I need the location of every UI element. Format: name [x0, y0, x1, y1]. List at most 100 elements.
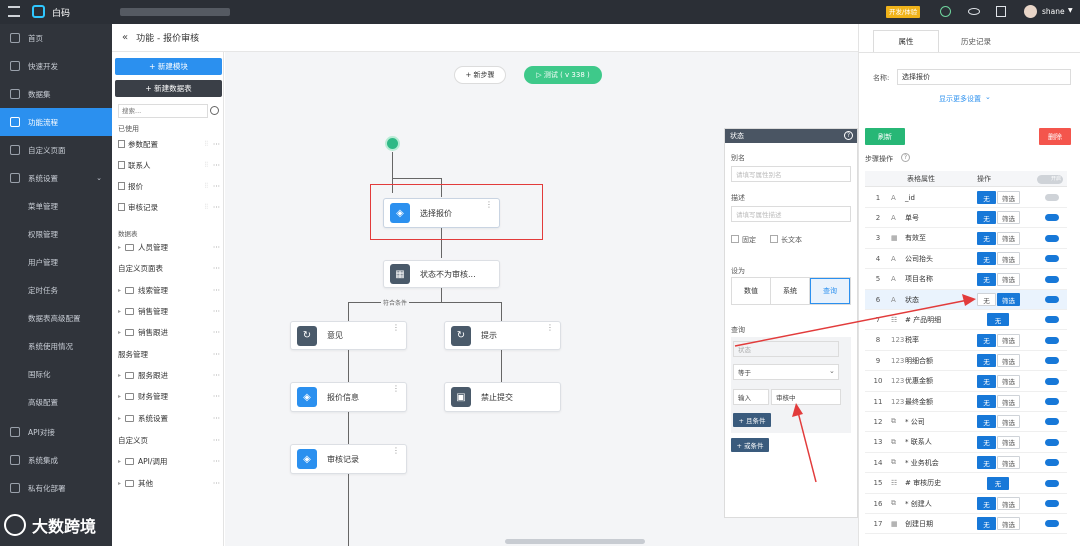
table-folder[interactable]: ▸ 销售管理 ···	[112, 301, 224, 321]
table-folder[interactable]: ▸ 财务管理 ···	[112, 386, 224, 406]
visibility-toggle[interactable]	[1045, 438, 1059, 446]
sidebar-sub-i18n[interactable]: 国际化	[0, 360, 112, 388]
visibility-toggle[interactable]	[1045, 194, 1059, 201]
visibility-toggle[interactable]	[1045, 459, 1059, 467]
env-badge[interactable]: 开发/体验	[886, 6, 921, 18]
and-condition-button[interactable]: + 且条件	[733, 413, 771, 427]
attr-table-row[interactable]: 17 ▦ 创建日期 无筛选	[865, 514, 1067, 535]
none-button[interactable]: 无	[977, 435, 996, 449]
more-icon[interactable]: ···	[213, 328, 220, 337]
longtext-checkbox[interactable]	[770, 235, 778, 243]
attr-table-row[interactable]: 8 123 税率 无筛选	[865, 331, 1067, 351]
attr-table-row[interactable]: 12 ⧉ * 公司 无筛选	[865, 412, 1067, 433]
flow-node-status-check[interactable]: ▦ 状态不为审核...	[383, 260, 500, 288]
more-icon[interactable]: ···	[213, 264, 220, 273]
tab-system[interactable]: 系统	[771, 278, 810, 304]
table-folder[interactable]: ▸ 服务跟进 ···	[112, 365, 224, 385]
settings-icon[interactable]: ⫶⫶	[205, 203, 209, 212]
table-folder[interactable]: ▸ 线索管理 ···	[112, 280, 224, 300]
attr-table-row[interactable]: 11 123 最终金额 无筛选	[865, 392, 1067, 412]
more-icon[interactable]: ···	[213, 414, 220, 423]
none-button[interactable]: 无	[977, 395, 996, 408]
none-button[interactable]: 无	[977, 333, 996, 347]
none-button[interactable]: 无	[977, 374, 996, 388]
test-button[interactable]: ▷ 测试 ( v 338 )	[524, 66, 602, 84]
sidebar-sub-cron[interactable]: 定时任务	[0, 276, 112, 304]
help-icon[interactable]: ?	[844, 131, 853, 140]
more-icon[interactable]: ⋮	[485, 201, 493, 209]
attr-table-row[interactable]: 5 A 项目名称 无筛选	[865, 270, 1067, 290]
query-field-select[interactable]: 状态	[733, 341, 839, 357]
visibility-toggle[interactable]	[1045, 500, 1059, 507]
filter-button[interactable]: 筛选	[997, 191, 1020, 204]
none-button[interactable]: 无	[987, 476, 1009, 490]
none-button[interactable]: 无	[977, 231, 996, 245]
visibility-toggle[interactable]	[1045, 316, 1059, 324]
more-icon[interactable]: ···	[213, 371, 220, 380]
flow-node-forbid-submit[interactable]: ▣ 禁止提交	[444, 382, 561, 412]
more-icon[interactable]: ···	[213, 286, 220, 295]
more-icon[interactable]: ···	[213, 140, 220, 149]
visibility-toggle[interactable]	[1045, 377, 1059, 385]
none-button[interactable]: 无	[977, 293, 996, 306]
used-item[interactable]: 报价 ⫶⫶ ···	[112, 176, 224, 196]
attr-table-row[interactable]: 6 A 状态 无筛选	[865, 290, 1067, 310]
flow-node-opinion[interactable]: ↻ 意见 ⋮	[290, 321, 407, 350]
more-icon[interactable]: ···	[213, 161, 220, 170]
input-type-select[interactable]: 输入	[733, 389, 769, 405]
filter-button[interactable]: 筛选	[997, 517, 1020, 531]
attr-table-row[interactable]: 15 ☷ # 审核历史 无	[865, 474, 1067, 494]
visibility-toggle[interactable]	[1045, 255, 1059, 263]
more-icon[interactable]: ···	[213, 203, 220, 212]
visibility-toggle[interactable]	[1045, 234, 1059, 242]
more-icon[interactable]: ···	[213, 243, 220, 252]
desc-input[interactable]: 请填写属性描述	[731, 206, 851, 222]
refresh-button[interactable]: 刷新	[865, 128, 905, 145]
flow-node-hint[interactable]: ↻ 提示 ⋮	[444, 321, 561, 350]
table-folder[interactable]: ▸ 人员管理 ···	[112, 237, 224, 257]
more-icon[interactable]: ⋮	[392, 385, 400, 393]
operator-select[interactable]: 等于	[733, 364, 839, 380]
attr-table-row[interactable]: 2 A 单号 无筛选	[865, 208, 1067, 229]
none-button[interactable]: 无	[977, 272, 996, 286]
more-icon[interactable]: ···	[213, 436, 220, 445]
used-item[interactable]: 参数配置 ⫶⫶ ···	[112, 134, 224, 154]
visibility-toggle[interactable]	[1045, 296, 1059, 303]
new-table-button[interactable]: + 新建数据表	[115, 80, 222, 97]
table-folder[interactable]: ▸ 其他 ···	[112, 473, 224, 493]
none-button[interactable]: 无	[977, 354, 996, 368]
filter-button[interactable]: 筛选	[997, 333, 1020, 347]
more-icon[interactable]: ···	[213, 350, 220, 359]
more-settings-link[interactable]: 显示更多设置	[939, 94, 981, 104]
more-icon[interactable]: ···	[213, 307, 220, 316]
more-icon[interactable]: ···	[213, 182, 220, 191]
none-button[interactable]: 无	[977, 517, 996, 531]
table-folder[interactable]: ▸ 销售跟进 ···	[112, 322, 224, 342]
table-folder[interactable]: 自定义页面表 ···	[112, 258, 224, 278]
attr-table-row[interactable]: 4 A 公司抬头 无筛选	[865, 249, 1067, 270]
menu-collapse-icon[interactable]	[8, 6, 20, 17]
filter-button[interactable]: 筛选	[997, 293, 1020, 306]
attr-table-row[interactable]: 9 123 明细合额 无筛选	[865, 351, 1067, 372]
table-folder[interactable]: ▸ 系统设置 ···	[112, 408, 224, 428]
none-button[interactable]: 无	[977, 211, 996, 225]
more-icon[interactable]: ···	[213, 392, 220, 401]
sidebar-item-quick-dev[interactable]: 快速开发	[0, 52, 112, 80]
module-search-input[interactable]	[118, 104, 208, 118]
sidebar-sub-usage[interactable]: 系统使用情况	[0, 332, 112, 360]
visibility-toggle[interactable]	[1045, 479, 1059, 487]
settings-icon[interactable]: ⫶⫶	[205, 182, 209, 191]
fixed-checkbox[interactable]	[731, 235, 739, 243]
table-folder[interactable]: 自定义页 ···	[112, 430, 224, 450]
more-icon[interactable]: ⋮	[392, 324, 400, 332]
more-icon[interactable]: ···	[213, 457, 220, 466]
search-icon[interactable]	[210, 106, 219, 115]
tab-attributes[interactable]: 属性	[873, 30, 939, 52]
filter-button[interactable]: 筛选	[997, 231, 1020, 245]
attr-table-row[interactable]: 16 ⧉ * 创建人 无筛选	[865, 494, 1067, 514]
sidebar-sub-users[interactable]: 用户管理	[0, 248, 112, 276]
visibility-toggle[interactable]	[1045, 418, 1059, 426]
query-value-input[interactable]: 审核中	[771, 389, 841, 405]
tab-value[interactable]: 数值	[732, 278, 771, 304]
none-button[interactable]: 无	[987, 313, 1009, 327]
